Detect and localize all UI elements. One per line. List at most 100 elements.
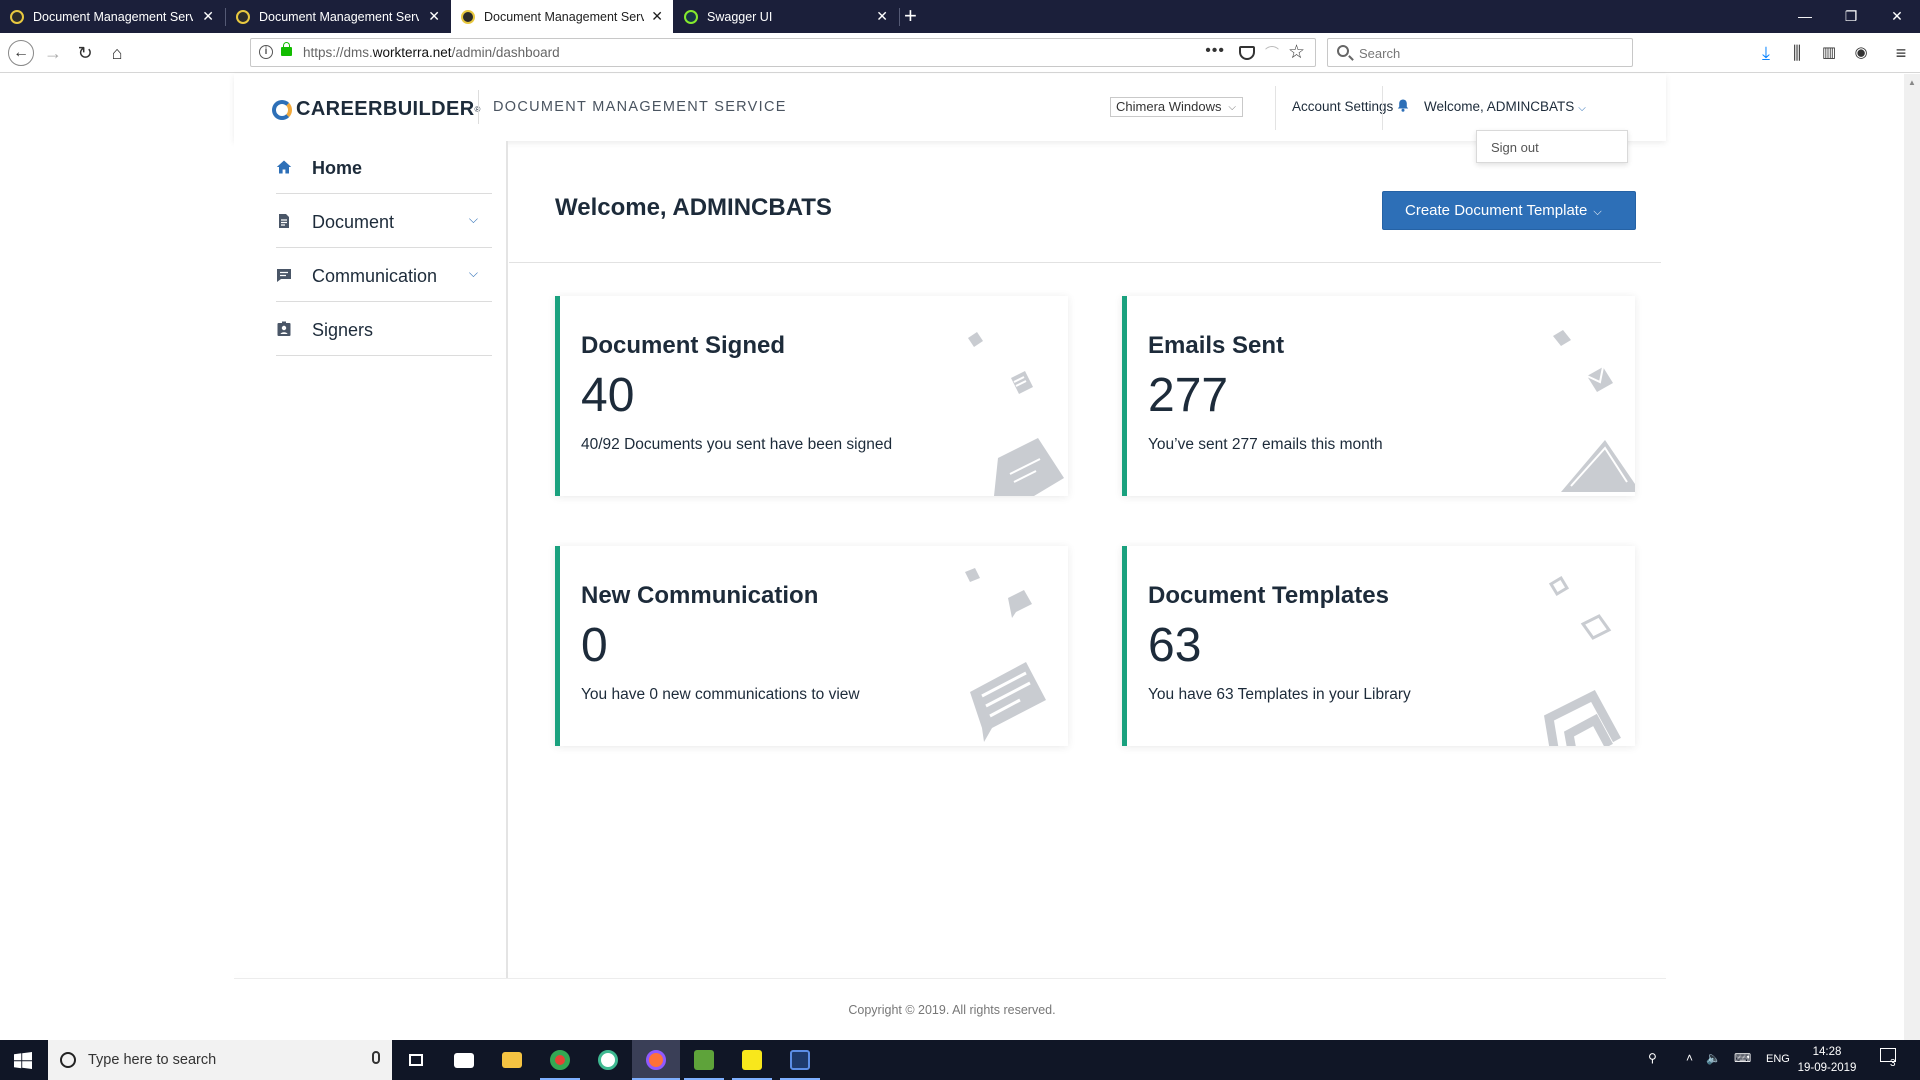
browser-tab-bar: Document Management Servic ✕ Document Ma… [0, 0, 1920, 33]
sidebar-item-label: Signers [312, 320, 374, 340]
card-description: You’ve sent 277 emails this month [1148, 436, 1383, 453]
browser-search-input[interactable]: Search [1327, 38, 1633, 67]
stat-card-document-templates[interactable]: Document Templates 63 You have 63 Templa… [1122, 546, 1635, 746]
tab-title: Document Management Servic [33, 9, 193, 24]
stat-card-emails-sent[interactable]: Emails Sent 277 You’ve sent 277 emails t… [1122, 296, 1635, 496]
page-scrollbar[interactable]: ▲ [1904, 74, 1920, 1040]
slack-app-icon[interactable] [584, 1040, 632, 1080]
chevron-down-icon: ⌵ [1593, 206, 1602, 218]
visual-studio-icon[interactable] [776, 1040, 824, 1080]
task-view-icon[interactable] [392, 1040, 440, 1080]
envelope-icon [1553, 330, 1635, 492]
sidebar-item-home[interactable]: Home [276, 141, 492, 194]
address-bar[interactable]: i https://dms.workterra.net/admin/dashbo… [250, 38, 1316, 67]
tab-title: Document Management Servic [484, 9, 644, 24]
clock-time: 14:28 [1812, 1046, 1842, 1058]
taskbar-search-input[interactable]: Type here to search [48, 1040, 392, 1080]
menu-hamburger-icon[interactable]: ≡ [1890, 43, 1912, 63]
url-text[interactable]: https://dms.workterra.net/admin/dashboar… [303, 45, 560, 60]
back-arrow-icon[interactable]: ← [8, 40, 34, 66]
user-welcome-text: Welcome, ADMINCBATS [1424, 99, 1575, 114]
new-tab-plus-icon[interactable]: + [904, 3, 917, 29]
tenant-selected-value: Chimera Windows [1116, 99, 1222, 114]
footer-divider [234, 978, 1666, 979]
bookmark-star-icon[interactable]: ☆ [1288, 41, 1305, 64]
notification-bell-icon[interactable] [1397, 99, 1409, 112]
home-icon[interactable]: ⌂ [106, 43, 128, 63]
keyboard-icon[interactable]: ⌨ [1734, 1051, 1751, 1065]
user-dropdown-menu: Sign out [1476, 130, 1628, 163]
browser-tab-active[interactable]: Document Management Servic ✕ [451, 0, 673, 33]
restore-window-icon[interactable]: ❐ [1828, 0, 1874, 33]
reload-icon[interactable]: ↻ [74, 43, 96, 63]
language-indicator[interactable]: ENG [1766, 1053, 1790, 1065]
create-document-template-button[interactable]: Create Document Template ⌵ [1382, 191, 1636, 230]
document-icon [279, 214, 289, 228]
stat-card-new-communication[interactable]: New Communication 0 You have 0 new commu… [555, 546, 1068, 746]
card-value: 0 [581, 619, 608, 672]
sidebar-item-communication[interactable]: Communication ⌵ [276, 249, 492, 302]
sidebar-nav: Home Document ⌵ Communication ⌵ Signers [234, 141, 508, 979]
stat-card-documents-signed[interactable]: Document Signed 40 40/92 Documents you s… [555, 296, 1068, 496]
spreadsheet-app-icon[interactable] [680, 1040, 728, 1080]
chevron-down-icon[interactable]: ⌵ [469, 212, 478, 227]
sidebar-item-document[interactable]: Document ⌵ [276, 195, 492, 248]
mail-app-icon[interactable] [440, 1040, 488, 1080]
page-actions-icon[interactable]: ••• [1205, 42, 1225, 60]
site-info-icon[interactable]: i [259, 45, 273, 59]
browser-tab[interactable]: Swagger UI ✕ [674, 0, 898, 33]
close-tab-icon[interactable]: ✕ [428, 8, 440, 24]
sign-out-link[interactable]: Sign out [1491, 140, 1539, 155]
chrome-app-icon[interactable] [536, 1040, 584, 1080]
firefox-app-icon[interactable] [632, 1040, 680, 1080]
notification-center-icon[interactable]: 3 [1880, 1048, 1896, 1069]
home-icon [276, 160, 292, 174]
close-tab-icon[interactable]: ✕ [202, 8, 214, 24]
pocket-icon[interactable] [1239, 46, 1255, 60]
careerbuilder-logo[interactable]: CAREERBUILDER ® [272, 98, 480, 121]
message-icon [965, 568, 1046, 742]
file-explorer-icon[interactable] [488, 1040, 536, 1080]
close-window-icon[interactable]: ✕ [1874, 0, 1920, 33]
download-icon[interactable]: ⤓ [1755, 43, 1777, 63]
card-value: 40 [581, 369, 635, 422]
user-menu-toggle[interactable]: Welcome, ADMINCBATS ⌵ [1424, 99, 1586, 114]
volume-icon[interactable]: 🔈 [1706, 1051, 1721, 1065]
sidebar-toggle-icon[interactable]: ▥ [1818, 43, 1840, 63]
account-settings-link[interactable]: Account Settings [1292, 99, 1393, 114]
reader-view-icon[interactable]: ⌒ [1265, 43, 1279, 63]
tab-title: Document Management Servic [259, 9, 419, 24]
signed-document-icon [968, 332, 1064, 496]
scroll-up-icon[interactable]: ▲ [1908, 78, 1916, 87]
card-description: You have 63 Templates in your Library [1148, 686, 1411, 703]
close-tab-icon[interactable]: ✕ [876, 8, 888, 24]
chevron-down-icon[interactable]: ⌵ [469, 266, 478, 281]
site-favicon-icon [461, 9, 475, 24]
people-icon[interactable]: ⚲ [1648, 1051, 1657, 1065]
chevron-down-icon: ⌵ [1578, 103, 1586, 114]
library-icon[interactable]: ⫼ [1786, 43, 1808, 63]
forward-arrow-icon[interactable]: → [42, 43, 64, 63]
sidebar-item-signers[interactable]: Signers [276, 303, 492, 356]
sticky-notes-icon[interactable] [728, 1040, 776, 1080]
microphone-icon[interactable] [372, 1051, 380, 1064]
browser-tab[interactable]: Document Management Servic ✕ [0, 0, 224, 33]
minimize-window-icon[interactable]: — [1782, 0, 1828, 33]
close-tab-icon[interactable]: ✕ [651, 8, 663, 24]
browser-tab[interactable]: Document Management Servic ✕ [226, 0, 450, 33]
card-description: You have 0 new communications to view [581, 686, 860, 703]
taskbar-clock[interactable]: 14:28 19-09-2019 [1792, 1044, 1862, 1076]
tray-chevron-up-icon[interactable]: ˄ [1686, 1051, 1693, 1065]
windows-start-icon[interactable] [14, 1052, 32, 1069]
swagger-favicon-icon [684, 9, 698, 24]
header-divider [1382, 86, 1383, 130]
windows-taskbar: Type here to search ⚲ ˄ 🔈 ⌨ ENG 14:28 19… [0, 1040, 1920, 1080]
template-stack-icon [1544, 575, 1621, 746]
tenant-select[interactable]: Chimera Windows ⌵ [1110, 97, 1243, 117]
card-title: Emails Sent [1148, 332, 1285, 359]
card-title: Document Templates [1148, 582, 1389, 609]
card-title: Document Signed [581, 332, 786, 359]
card-value: 277 [1148, 369, 1229, 422]
account-icon[interactable]: ◉ [1850, 43, 1872, 63]
logo-mark-icon [272, 99, 292, 120]
